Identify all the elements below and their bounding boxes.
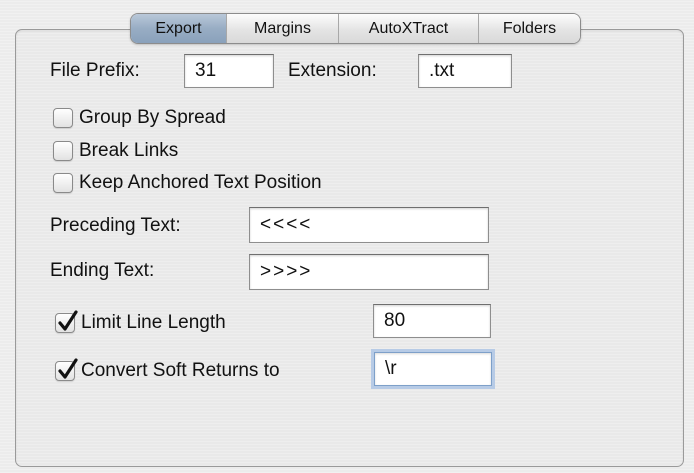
limit-line-length-checkbox[interactable]: [55, 310, 78, 333]
line-length-input[interactable]: [373, 304, 491, 338]
export-settings-panel: [15, 29, 684, 467]
keep-anchored-label: Keep Anchored Text Position: [79, 172, 322, 193]
convert-soft-returns-checkbox[interactable]: [55, 358, 78, 381]
tab-folders[interactable]: Folders: [479, 14, 580, 43]
group-by-spread-checkbox[interactable]: [53, 108, 73, 128]
soft-returns-replacement-input[interactable]: [374, 352, 492, 386]
keep-anchored-checkbox[interactable]: [53, 173, 73, 193]
group-by-spread-label: Group By Spread: [79, 107, 226, 128]
checkmark-icon: [58, 358, 78, 379]
tab-export[interactable]: Export: [131, 14, 227, 43]
extension-label: Extension:: [288, 60, 377, 81]
keep-anchored-option[interactable]: Keep Anchored Text Position: [53, 170, 322, 196]
preceding-text-label: Preceding Text:: [50, 215, 181, 236]
extension-input[interactable]: [418, 54, 512, 88]
preceding-text-input[interactable]: [249, 207, 489, 243]
limit-line-length-option[interactable]: Limit Line Length: [55, 310, 226, 336]
ending-text-input[interactable]: [249, 254, 489, 290]
convert-soft-returns-option[interactable]: Convert Soft Returns to: [55, 358, 280, 384]
file-prefix-label: File Prefix:: [50, 60, 140, 81]
tab-autoxtract[interactable]: AutoXTract: [339, 14, 479, 43]
break-links-label: Break Links: [79, 140, 179, 161]
tab-bar: Export Margins AutoXTract Folders: [130, 13, 581, 44]
ending-text-label: Ending Text:: [50, 260, 155, 281]
tab-margins[interactable]: Margins: [227, 14, 339, 43]
break-links-option[interactable]: Break Links: [53, 138, 178, 164]
file-prefix-input[interactable]: [184, 54, 274, 88]
group-by-spread-option[interactable]: Group By Spread: [53, 105, 226, 131]
break-links-checkbox[interactable]: [53, 141, 73, 161]
convert-soft-returns-label: Convert Soft Returns to: [81, 360, 280, 381]
limit-line-length-label: Limit Line Length: [81, 312, 226, 333]
checkmark-icon: [58, 310, 78, 331]
